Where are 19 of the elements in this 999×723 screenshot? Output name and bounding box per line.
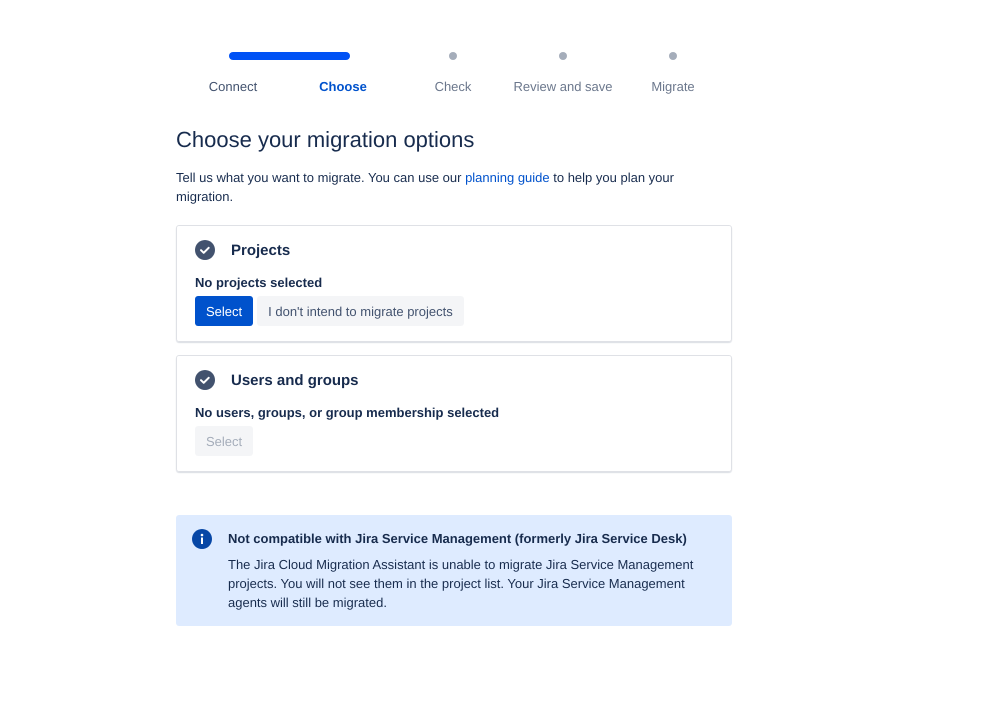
step-label[interactable]: Choose: [319, 79, 367, 94]
check-icon: [195, 370, 215, 390]
step-label[interactable]: Check: [434, 79, 472, 94]
planning-guide-link[interactable]: planning guide: [465, 170, 550, 185]
status-text: No projects selected: [195, 275, 324, 290]
step-label[interactable]: Connect: [208, 79, 258, 94]
select-button[interactable]: Select: [195, 296, 254, 326]
intro-text: Tell us what you want to migrate. You can use our planning guide to help you plan your migration.: [176, 169, 675, 206]
step-label[interactable]: Migrate: [651, 79, 695, 94]
check-icon: [195, 240, 215, 260]
banner-text: The Jira Cloud Migration Assistant is unable to migrate Jira Service Management projects. You will not see them in the project list. Your Jira Service Management agents will still be migrated.: [228, 556, 694, 612]
banner-title: Not compatible with Jira Service Management (formerly Jira Service Desk): [228, 531, 688, 546]
skip-button[interactable]: I don't intend to migrate projects: [257, 296, 464, 326]
step-label[interactable]: Review and save: [514, 79, 612, 94]
info-icon: [192, 529, 212, 549]
page-heading: Choose your migration options: [176, 127, 476, 153]
status-text: No users, groups, or group membership selected: [195, 405, 500, 420]
card-title: Projects: [231, 242, 290, 258]
card-title: Users and groups: [231, 372, 359, 388]
